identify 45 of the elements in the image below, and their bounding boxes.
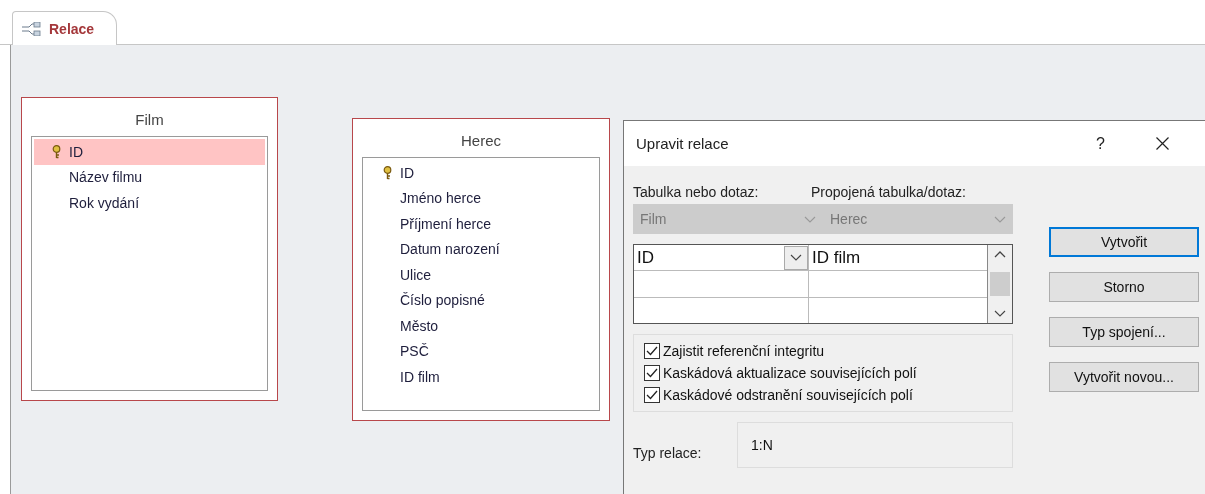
field-item[interactable]: Město (365, 313, 597, 339)
check-icon (646, 346, 658, 356)
table-window[interactable]: Herec ID Jméno herce Příjmení herce Datum narození Ulice Číslo popisné Město PSČ ID film (352, 118, 610, 421)
dialog-button[interactable]: Vytvořit (1049, 227, 1199, 257)
chevron-down-icon (994, 215, 1006, 223)
key-icon (52, 144, 61, 159)
grid-cell[interactable]: ID (634, 245, 809, 271)
field-item[interactable]: PSČ (365, 338, 597, 364)
chevron-down-icon (804, 215, 816, 223)
chevron-down-icon[interactable] (994, 310, 1006, 317)
checkbox[interactable]: Kaskádová aktualizace souvisejících polí (644, 365, 1002, 381)
field-label: Tabulka nebo dotaz: (633, 184, 760, 200)
key-icon (383, 165, 392, 180)
grid-cell[interactable]: ID film (809, 245, 987, 271)
field-item[interactable]: ID (34, 139, 265, 165)
field-item[interactable]: Název filmu (34, 164, 265, 190)
field-item[interactable]: Jméno herce (365, 185, 597, 211)
relationships-icon (21, 21, 41, 36)
relation-type-field: 1:N (737, 422, 1013, 468)
checkbox[interactable]: Zajistit referenční integritu (644, 343, 1002, 359)
close-icon[interactable] (1156, 137, 1169, 150)
dialog-button[interactable]: Vytvořit novou... (1049, 362, 1199, 392)
table-window[interactable]: Film ID Název filmu Rok vydání (21, 97, 278, 401)
field-item[interactable]: ID (365, 160, 597, 186)
checkbox[interactable]: Kaskádové odstranění souvisejících polí (644, 387, 1002, 403)
field-item[interactable]: ID film (365, 364, 597, 390)
field-label: Typ relace: (633, 444, 703, 461)
field-label: Propojená tabulka/dotaz: (811, 184, 967, 200)
field-item[interactable]: Datum narození (365, 236, 597, 262)
field-item[interactable]: Číslo popisné (365, 287, 597, 313)
chevron-down-icon (790, 254, 802, 262)
check-icon (646, 368, 658, 378)
dialog-button[interactable]: Storno (1049, 272, 1199, 302)
check-icon (646, 390, 658, 400)
dialog-title: Upravit relace (636, 135, 730, 152)
scrollbar[interactable] (987, 245, 1012, 323)
chevron-up-icon[interactable] (994, 251, 1006, 258)
field-item[interactable]: Příjmení herce (365, 211, 597, 237)
dialog-button[interactable]: Typ spojení... (1049, 317, 1199, 347)
field-item[interactable]: Rok vydání (34, 190, 265, 216)
table-title: Herec (460, 131, 502, 151)
document-tab[interactable]: Relace (12, 11, 118, 45)
table-title: Film (134, 110, 165, 130)
field-item[interactable]: Ulice (365, 262, 597, 288)
help-button[interactable]: ? (1096, 134, 1126, 153)
